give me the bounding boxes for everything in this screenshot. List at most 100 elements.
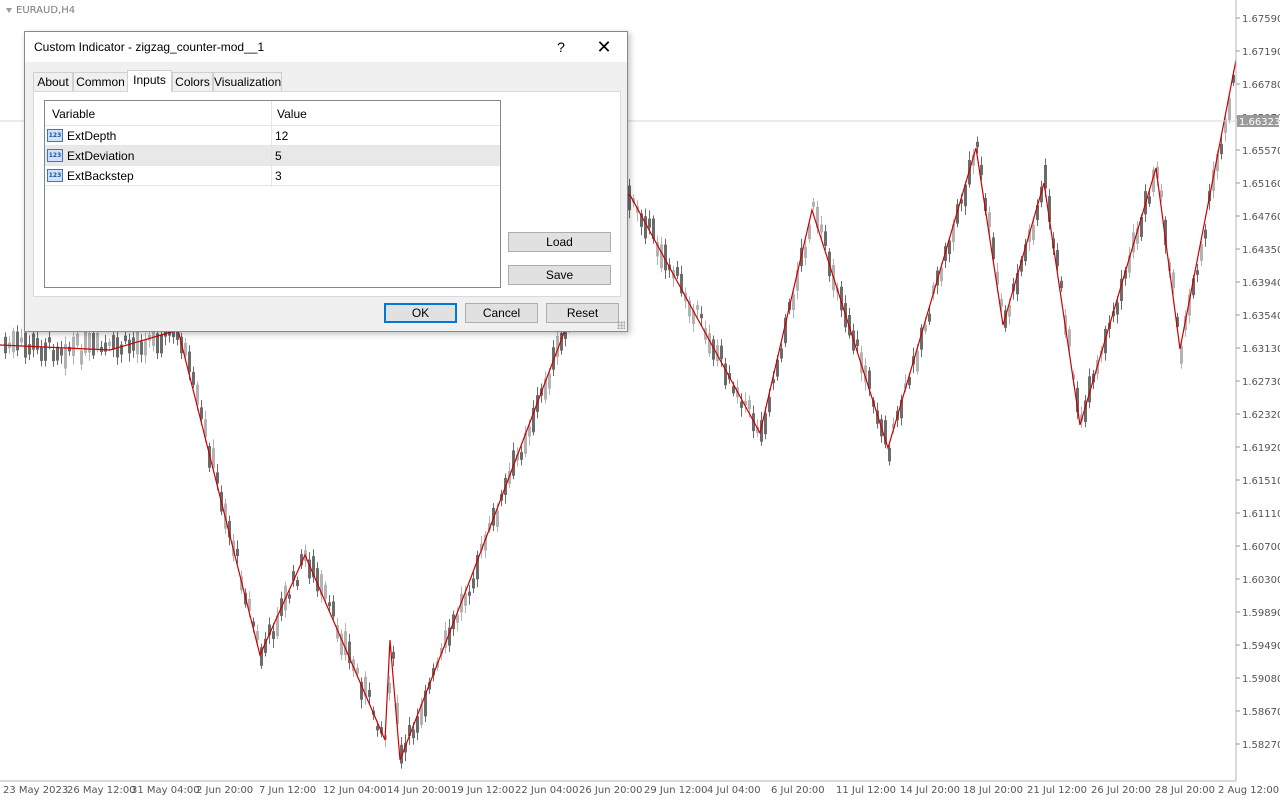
candle-body bbox=[132, 337, 135, 351]
time-label: 21 Jul 12:00 bbox=[1027, 785, 1087, 796]
param-value[interactable]: 5 bbox=[275, 149, 282, 163]
tab-visualization[interactable]: Visualization bbox=[213, 72, 282, 91]
tab-common[interactable]: Common bbox=[73, 72, 128, 91]
ok-button[interactable]: OK bbox=[384, 303, 457, 323]
time-label: 29 Jun 12:00 bbox=[644, 785, 708, 796]
price-label: 1.60300 bbox=[1242, 575, 1280, 586]
resize-grip[interactable] bbox=[617, 321, 625, 329]
price-label: 1.65160 bbox=[1242, 179, 1280, 190]
help-button[interactable]: ? bbox=[550, 36, 572, 58]
param-value[interactable]: 3 bbox=[275, 169, 282, 183]
candle-body bbox=[368, 689, 371, 697]
candle-body bbox=[780, 348, 783, 359]
close-icon[interactable]: ✕ bbox=[591, 36, 617, 58]
candle-body bbox=[288, 594, 291, 599]
price-label: 1.61110 bbox=[1242, 509, 1280, 520]
candle-body bbox=[20, 337, 23, 343]
candle-body bbox=[988, 212, 991, 228]
price-label: 1.67590 bbox=[1242, 14, 1280, 25]
reset-button[interactable]: Reset bbox=[546, 303, 619, 323]
tab-about[interactable]: About bbox=[33, 72, 73, 91]
candle-body bbox=[748, 399, 751, 410]
symbol-label[interactable]: EURAUD,H4 bbox=[6, 5, 75, 16]
candle-body bbox=[108, 341, 111, 346]
candle-body bbox=[740, 401, 743, 408]
param-variable: ExtBackstep bbox=[67, 169, 134, 183]
custom-indicator-dialog: Custom Indicator - zigzag_counter-mod__1… bbox=[24, 31, 628, 332]
candle-body bbox=[676, 267, 679, 276]
candle-body bbox=[332, 601, 335, 617]
integer-param-icon: 123 bbox=[47, 149, 63, 162]
candle-body bbox=[628, 185, 631, 211]
time-label: 7 Jun 12:00 bbox=[259, 785, 316, 796]
tab-colors[interactable]: Colors bbox=[172, 72, 213, 91]
param-value[interactable]: 12 bbox=[275, 129, 288, 143]
candle-body bbox=[44, 342, 47, 361]
price-label: 1.58270 bbox=[1242, 740, 1280, 751]
candle-body bbox=[888, 447, 891, 462]
price-label: 1.59490 bbox=[1242, 641, 1280, 652]
column-value[interactable]: Value bbox=[277, 107, 307, 121]
time-label: 26 May 12:00 bbox=[67, 785, 136, 796]
time-label: 2 Jun 20:00 bbox=[196, 785, 253, 796]
dropdown-triangle-icon bbox=[6, 7, 12, 13]
table-row[interactable]: 123 ExtDepth 12 bbox=[45, 126, 500, 146]
candle-body bbox=[792, 294, 795, 310]
candle-body bbox=[52, 349, 55, 362]
integer-param-icon: 123 bbox=[47, 129, 63, 142]
cancel-button[interactable]: Cancel bbox=[465, 303, 538, 323]
candle-body bbox=[32, 333, 35, 350]
time-label: 18 Jul 20:00 bbox=[963, 785, 1023, 796]
candle-body bbox=[1204, 229, 1207, 239]
inputs-table[interactable]: Variable Value 123 ExtDepth 12 123 ExtDe… bbox=[44, 100, 501, 288]
save-button[interactable]: Save bbox=[508, 265, 611, 285]
candle-body bbox=[856, 339, 859, 347]
candle-body bbox=[392, 651, 395, 659]
candle-body bbox=[1060, 280, 1063, 289]
price-label: 1.61510 bbox=[1242, 476, 1280, 487]
column-variable[interactable]: Variable bbox=[52, 107, 95, 121]
candle-body bbox=[60, 348, 63, 356]
candle-body bbox=[324, 584, 327, 599]
price-label: 1.61920 bbox=[1242, 443, 1280, 454]
candle-body bbox=[272, 631, 275, 639]
dialog-titlebar[interactable]: Custom Indicator - zigzag_counter-mod__1… bbox=[25, 32, 627, 62]
price-label: 1.67190 bbox=[1242, 47, 1280, 58]
candle-body bbox=[468, 591, 471, 596]
price-label: 1.64760 bbox=[1242, 212, 1280, 223]
column-divider bbox=[271, 101, 272, 187]
candle-body bbox=[700, 313, 703, 319]
table-row[interactable]: 123 ExtDeviation 5 bbox=[45, 146, 500, 166]
candle-body bbox=[40, 346, 43, 361]
tab-inputs[interactable]: Inputs bbox=[127, 70, 172, 92]
candle-body bbox=[976, 141, 979, 148]
candle-body bbox=[112, 335, 115, 350]
candle-body bbox=[388, 682, 391, 694]
table-row[interactable]: 123 ExtBackstep 3 bbox=[45, 166, 500, 186]
candle-body bbox=[56, 346, 59, 361]
price-label: 1.63130 bbox=[1242, 344, 1280, 355]
candle-body bbox=[1116, 302, 1119, 315]
candle-body bbox=[76, 333, 79, 346]
candle-body bbox=[928, 313, 931, 322]
price-label: 1.62730 bbox=[1242, 377, 1280, 388]
price-label: 1.62320 bbox=[1242, 410, 1280, 421]
time-label: 28 Jul 20:00 bbox=[1155, 785, 1215, 796]
load-button[interactable]: Load bbox=[508, 232, 611, 252]
time-label: 2 Aug 12:00 bbox=[1218, 785, 1279, 796]
candle-body bbox=[376, 726, 379, 731]
candle-body bbox=[720, 345, 723, 359]
candle-body bbox=[1032, 224, 1035, 241]
price-label: 1.60700 bbox=[1242, 542, 1280, 553]
candle-body bbox=[84, 331, 87, 353]
price-label: 1.66780 bbox=[1242, 80, 1280, 91]
candle-body bbox=[80, 350, 83, 365]
candle-body bbox=[696, 305, 699, 310]
symbol-text: EURAUD,H4 bbox=[16, 5, 76, 16]
candle-body bbox=[916, 351, 919, 372]
candle-body bbox=[1148, 196, 1151, 204]
candle-body bbox=[144, 339, 147, 356]
integer-param-icon: 123 bbox=[47, 169, 63, 182]
candle-body bbox=[1196, 270, 1199, 275]
candle-body bbox=[1200, 244, 1203, 261]
